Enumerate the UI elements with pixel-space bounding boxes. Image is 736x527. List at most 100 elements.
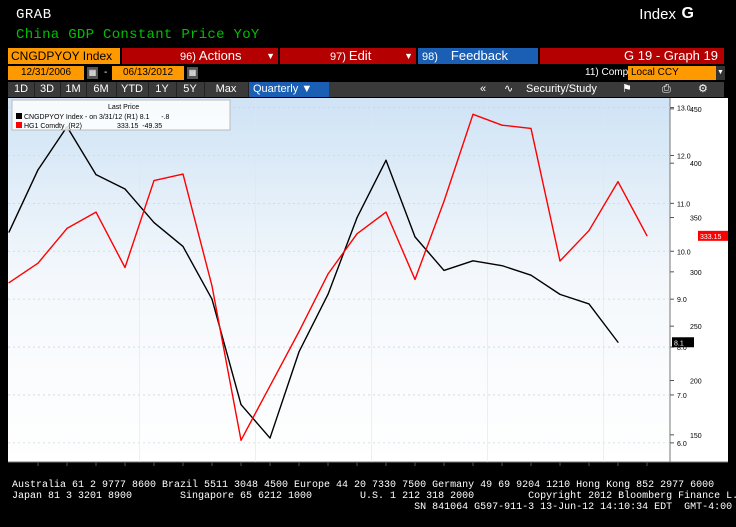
x-tick-label: Q4 [468, 466, 477, 473]
edit-number: 97) [330, 51, 346, 63]
y2-tick-label: 250 [690, 324, 702, 331]
actions-button[interactable]: 96) Actions ▼ [122, 48, 278, 64]
y-tick-label: 12.0 [677, 153, 691, 160]
range-max[interactable]: Max [204, 82, 249, 97]
range-3d[interactable]: 3D [34, 82, 61, 97]
point-gdp [356, 217, 358, 219]
edit-button[interactable]: 97) Edit ▼ [280, 48, 416, 64]
x-tick-label: Q1 [613, 466, 622, 473]
grab-label: GRAB [16, 7, 52, 23]
x-tick-label: Q3 [323, 466, 332, 473]
point-gdp [617, 341, 619, 343]
point-copper [472, 113, 474, 115]
feedback-button[interactable]: 98) Feedback [418, 48, 538, 64]
range-1d[interactable]: 1D [8, 82, 35, 97]
flag-icon[interactable]: ⚑ [622, 82, 634, 97]
command-bar: CNGDPYOY Index 96) Actions ▼ 97) Edit ▼ 98) F… [8, 48, 724, 64]
point-copper [530, 127, 532, 130]
period-select[interactable]: Quarterly ▼ [249, 82, 329, 97]
currency-select[interactable]: Local CCY [628, 66, 716, 80]
range-toolbar: 1D 3D 1M 6M YTD 1Y 5Y Max Quarterly ▼ « … [8, 82, 724, 97]
gear-icon[interactable]: ⚙ [698, 82, 710, 97]
x-tick-label: Q4 [352, 466, 361, 473]
range-1y[interactable]: 1Y [148, 82, 177, 97]
actions-label: Actions [198, 48, 242, 63]
point-gdp [269, 437, 271, 439]
legend-header: Last Price [108, 104, 139, 111]
ticker-field[interactable]: CNGDPYOY Index [8, 48, 120, 64]
x-tick-label: Q3 [207, 466, 216, 473]
x-tick-label: Q4 [584, 466, 593, 473]
x-year-label: 2007 [59, 474, 75, 478]
point-gdp [530, 274, 532, 276]
chevron-down-icon: ▼ [266, 51, 275, 61]
point-copper [124, 266, 126, 269]
range-ytd[interactable]: YTD [116, 82, 149, 97]
point-copper [588, 229, 590, 232]
calendar-icon[interactable]: ▦ [187, 67, 198, 79]
point-gdp [414, 236, 416, 238]
x-tick-label: Q3 [555, 466, 564, 473]
legend: Last Price CNGDPYOY Index - on 3/31/12 (… [11, 99, 231, 131]
feedback-label: Feedback [450, 48, 508, 63]
point-copper [66, 227, 68, 229]
chart-area: 13.012.011.010.09.08.07.06.0450400350300… [8, 98, 728, 478]
calendar-icon[interactable]: ▦ [87, 67, 98, 79]
x-tick-label: Q2 [526, 466, 535, 473]
point-copper [95, 211, 97, 213]
point-copper [559, 260, 561, 262]
x-tick-label: Q2 [410, 466, 419, 473]
line-chart-icon[interactable]: ∿ [504, 82, 516, 97]
y-tick-label: 13.0 [677, 106, 691, 113]
y2-tick-label: 450 [690, 107, 702, 114]
legend-row-gdp: CNGDPYOY Index - on 3/31/12 (R1) 8.1 -.8 [24, 114, 169, 121]
print-icon[interactable]: ⎙ [662, 82, 674, 97]
y-tick-label: 6.0 [677, 441, 687, 448]
y2-tick-label: 150 [690, 433, 702, 440]
x-tick-label: Q2 [294, 466, 303, 473]
point-gdp [95, 174, 97, 176]
collapse-left-icon[interactable]: « [476, 82, 490, 97]
actions-number: 96) [180, 51, 196, 63]
start-date-field[interactable]: 12/31/2006 [8, 66, 84, 80]
point-gdp [385, 159, 387, 161]
range-6m[interactable]: 6M [86, 82, 117, 97]
point-copper [414, 278, 416, 281]
point-gdp [153, 221, 155, 224]
chart-subtitle: China GDP Constant Price YoY [16, 27, 260, 43]
date-separator: - [104, 67, 108, 78]
range-5y[interactable]: 5Y [176, 82, 205, 97]
index-label: Index [639, 6, 676, 23]
x-tick-label: Q4 [236, 466, 245, 473]
y2-tick-label: 200 [690, 379, 702, 386]
x-tick-label: Q4 [120, 466, 129, 473]
point-gdp [37, 169, 39, 171]
x-tick-label: Q2 [642, 466, 651, 473]
security-study-button[interactable]: Security/Study [526, 82, 597, 97]
point-gdp [8, 231, 10, 233]
chevron-down-icon[interactable]: ▼ [716, 66, 725, 80]
point-copper [153, 179, 155, 182]
x-year-label: 2012 [639, 474, 655, 478]
x-tick-label: Q2 [62, 466, 71, 473]
x-tick-label: Q3 [91, 466, 100, 473]
chevron-down-icon: ▼ [301, 83, 313, 95]
x-year-label: 2009 [291, 474, 307, 478]
point-gdp [559, 293, 561, 295]
footer-line-3: SN 841064 G597-911-3 13-Jun-12 14:10:34 … [12, 502, 733, 513]
point-gdp [182, 245, 184, 248]
point-gdp [588, 303, 590, 305]
chevron-down-icon: ▼ [404, 51, 413, 61]
point-copper [298, 331, 300, 333]
end-date-field[interactable]: 06/13/2012 [112, 66, 184, 80]
point-copper [182, 173, 184, 175]
point-copper [385, 211, 387, 213]
point-copper [617, 181, 619, 183]
plot-background [8, 98, 670, 462]
footer-line-2: Japan 81 3 3201 8900 Singapore 65 6212 1… [12, 491, 736, 502]
point-gdp [298, 351, 300, 353]
y-tick-label: 7.0 [677, 393, 687, 400]
y2-tick-label: 350 [690, 216, 702, 223]
y-tick-label: 9.0 [677, 297, 687, 304]
range-1m[interactable]: 1M [60, 82, 87, 97]
